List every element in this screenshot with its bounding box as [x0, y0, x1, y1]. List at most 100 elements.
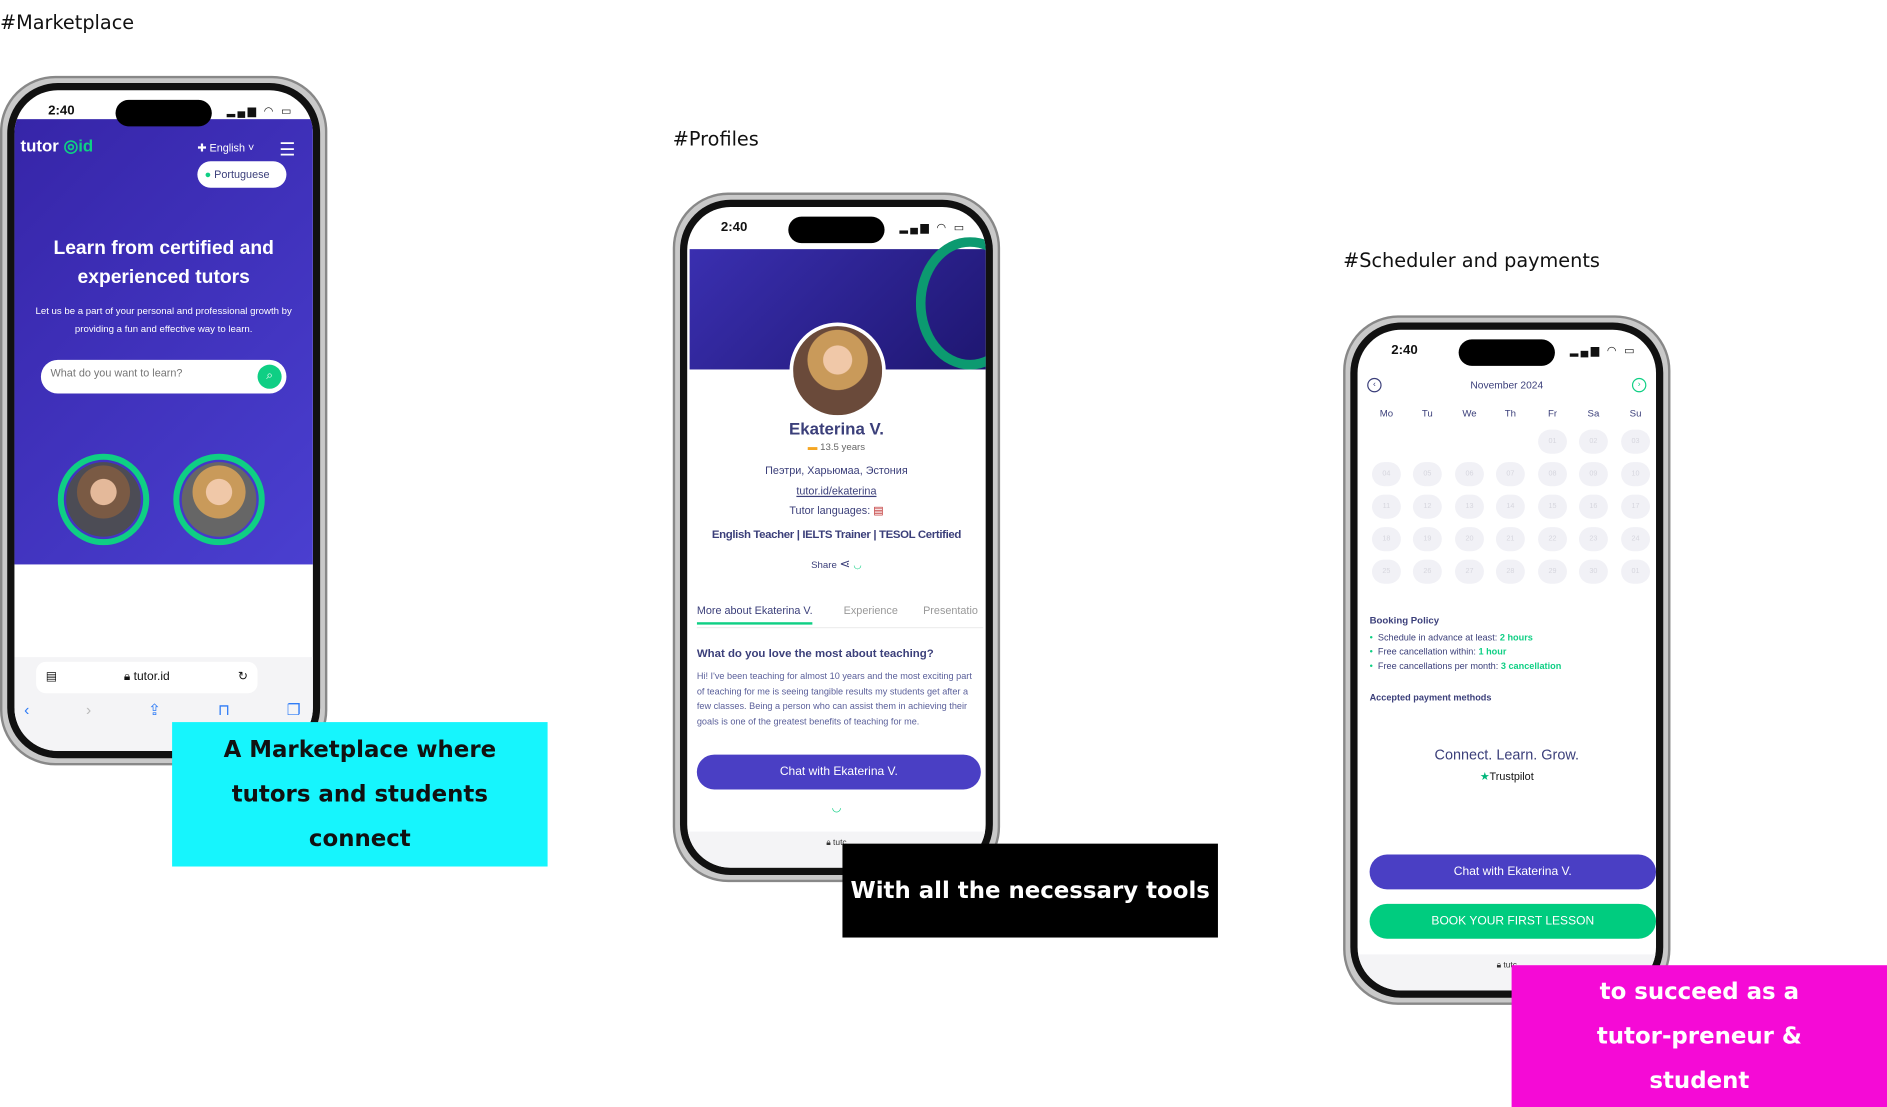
calendar-day[interactable]: 05: [1412, 462, 1442, 487]
tutor-name: Ekaterina V.: [788, 418, 884, 439]
weekday-label: Sa: [1587, 407, 1600, 419]
tab-more-about[interactable]: More about Ekaterina V.: [696, 604, 813, 625]
calendar-day[interactable]: 22: [1538, 527, 1567, 552]
dynamic-island: [788, 216, 885, 244]
calendar-day[interactable]: 01: [1621, 559, 1650, 584]
uk-flag-icon: ✚: [197, 142, 210, 155]
hamburger-menu-icon[interactable]: ☰: [279, 138, 295, 160]
weekday-label: Th: [1504, 407, 1517, 419]
callout-tools: With all the necessary tools: [842, 843, 1218, 938]
forward-icon[interactable]: ›: [86, 700, 91, 719]
star-icon: ★: [1479, 770, 1490, 783]
briefcase-icon: ▬: [807, 441, 821, 453]
next-month-icon[interactable]: ›: [1631, 377, 1647, 393]
calendar-day[interactable]: 04: [1371, 462, 1401, 487]
logo[interactable]: tutor ◎id: [20, 136, 93, 156]
calendar-day[interactable]: 15: [1538, 494, 1567, 519]
section-title-scheduler: #Scheduler and payments: [1343, 249, 1600, 272]
tab-presentation[interactable]: Presentatio: [923, 604, 978, 616]
calendar-day[interactable]: 10: [1621, 462, 1650, 487]
reload-icon[interactable]: ↻: [238, 662, 248, 693]
weekday-label: Fr: [1547, 407, 1558, 419]
calendar-day[interactable]: 24: [1621, 527, 1650, 552]
calendar-day[interactable]: 20: [1455, 527, 1484, 552]
callout-succeed: to succeed as a tutor-preneur & student: [1511, 965, 1887, 1107]
dynamic-island: [115, 99, 212, 127]
tutor-avatar[interactable]: [66, 462, 141, 537]
calendar-day[interactable]: 01: [1538, 429, 1567, 454]
calendar-day[interactable]: 26: [1412, 559, 1442, 584]
about-answer: Hi! I've been teaching for almost 10 yea…: [696, 670, 972, 727]
calendar-day[interactable]: 30: [1578, 559, 1608, 584]
calendar-day[interactable]: 19: [1412, 527, 1442, 552]
share-icon: ⋖: [839, 557, 851, 572]
calendar-day[interactable]: 09: [1578, 462, 1608, 487]
language-option-portuguese[interactable]: ● Portuguese: [197, 161, 287, 188]
lock-icon: 🔒︎: [123, 670, 134, 684]
calendar-day[interactable]: 02: [1578, 429, 1608, 454]
search-input[interactable]: [50, 367, 244, 380]
brazil-flag-icon: ●: [204, 168, 215, 181]
language-selector[interactable]: ✚ English ˅: [197, 142, 254, 155]
status-time: 2:40: [48, 103, 75, 118]
tabs-icon[interactable]: ❐: [287, 700, 301, 719]
experience: ▬ 13.5 years: [807, 441, 866, 453]
calendar-day[interactable]: 28: [1495, 559, 1525, 584]
calendar-day[interactable]: 11: [1371, 494, 1401, 519]
calendar-day[interactable]: 08: [1538, 462, 1567, 487]
hero-section: tutor ◎id ✚ English ˅ ☰ ● Portuguese Lea…: [14, 119, 313, 565]
browser-nav: ‹ › ⇪ ⊓ ❐: [24, 700, 301, 719]
share-icon[interactable]: ⇪: [148, 700, 161, 719]
phone-marketplace: 2:40 ▂▄▆ ◠ ▭ tutor ◎id ✚ English ˅ ☰ ● P…: [0, 75, 328, 766]
booking-policy-title: Booking Policy: [1369, 614, 1440, 626]
calendar-day[interactable]: 07: [1495, 462, 1525, 487]
section-title-marketplace: #Marketplace: [0, 10, 135, 34]
calendar-day[interactable]: 21: [1495, 527, 1525, 552]
chat-button[interactable]: Chat with Ekaterina V.: [696, 754, 981, 790]
calendar-day[interactable]: 14: [1495, 494, 1525, 519]
status-time: 2:40: [720, 220, 748, 235]
book-lesson-button[interactable]: BOOK YOUR FIRST LESSON: [1369, 903, 1657, 939]
calendar-day[interactable]: 25: [1371, 559, 1401, 584]
policy-item: • Schedule in advance at least: 2 hours: [1369, 631, 1533, 643]
calendar-day[interactable]: 23: [1578, 527, 1608, 552]
slogan: Connect. Learn. Grow.: [1434, 746, 1580, 764]
tab-experience[interactable]: Experience: [844, 604, 898, 616]
address-bar[interactable]: ▤ 🔒︎ tutor.id ↻: [36, 661, 258, 694]
section-title-profiles: #Profiles: [672, 127, 759, 151]
dynamic-island: [1458, 339, 1555, 366]
phone-scheduler: 2:40 ▂▄▆ ◠ ▭ ‹ November 2024 › Mo Tu We Th F…: [1343, 315, 1671, 1005]
chat-button[interactable]: Chat with Ekaterina V.: [1369, 854, 1657, 890]
weekday-label: Tu: [1421, 407, 1433, 419]
calendar-day[interactable]: 16: [1578, 494, 1608, 519]
profile-tabs: More about Ekaterina V. Experience Prese…: [696, 604, 984, 629]
calendar-day[interactable]: 12: [1412, 494, 1442, 519]
calendar-day[interactable]: 03: [1621, 429, 1650, 454]
search-icon[interactable]: ⌕: [257, 364, 282, 389]
profile-avatar: [789, 322, 886, 419]
bookmarks-icon[interactable]: ⊓: [218, 700, 230, 719]
back-icon[interactable]: ‹: [24, 700, 29, 719]
location: Пеэтри, Харьюмаа, Эстония: [765, 464, 908, 477]
profile-link[interactable]: tutor.id/ekaterina: [687, 485, 985, 497]
month-label: November 2024: [1470, 379, 1544, 392]
us-flag-icon: ▤: [873, 504, 884, 517]
search-bar: ⌕: [40, 359, 287, 394]
status-icons: ▂▄▆ ◠ ▭: [899, 221, 967, 234]
reader-icon[interactable]: ▤: [46, 662, 57, 693]
callout-marketplace: A Marketplace where tutors and students …: [172, 722, 548, 867]
calendar-day[interactable]: 18: [1371, 527, 1401, 552]
weekday-label: Su: [1629, 407, 1642, 419]
weekday-label: We: [1462, 407, 1477, 419]
trustpilot-logo[interactable]: ★Trustpilot: [1358, 770, 1656, 783]
policy-item: • Free cancellations per month: 3 cancel…: [1369, 660, 1562, 672]
tutor-avatar[interactable]: [181, 462, 257, 537]
calendar-day[interactable]: 29: [1538, 559, 1567, 584]
calendar-day[interactable]: 06: [1455, 462, 1484, 487]
calendar-day[interactable]: 17: [1621, 494, 1650, 519]
policy-item: • Free cancellation within: 1 hour: [1369, 646, 1507, 658]
hero-subtitle: Let us be a part of your personal and pr…: [35, 305, 292, 335]
calendar-day[interactable]: 13: [1455, 494, 1484, 519]
calendar-day[interactable]: 27: [1455, 559, 1484, 584]
share-button[interactable]: Share ⋖ ◡: [687, 556, 985, 572]
